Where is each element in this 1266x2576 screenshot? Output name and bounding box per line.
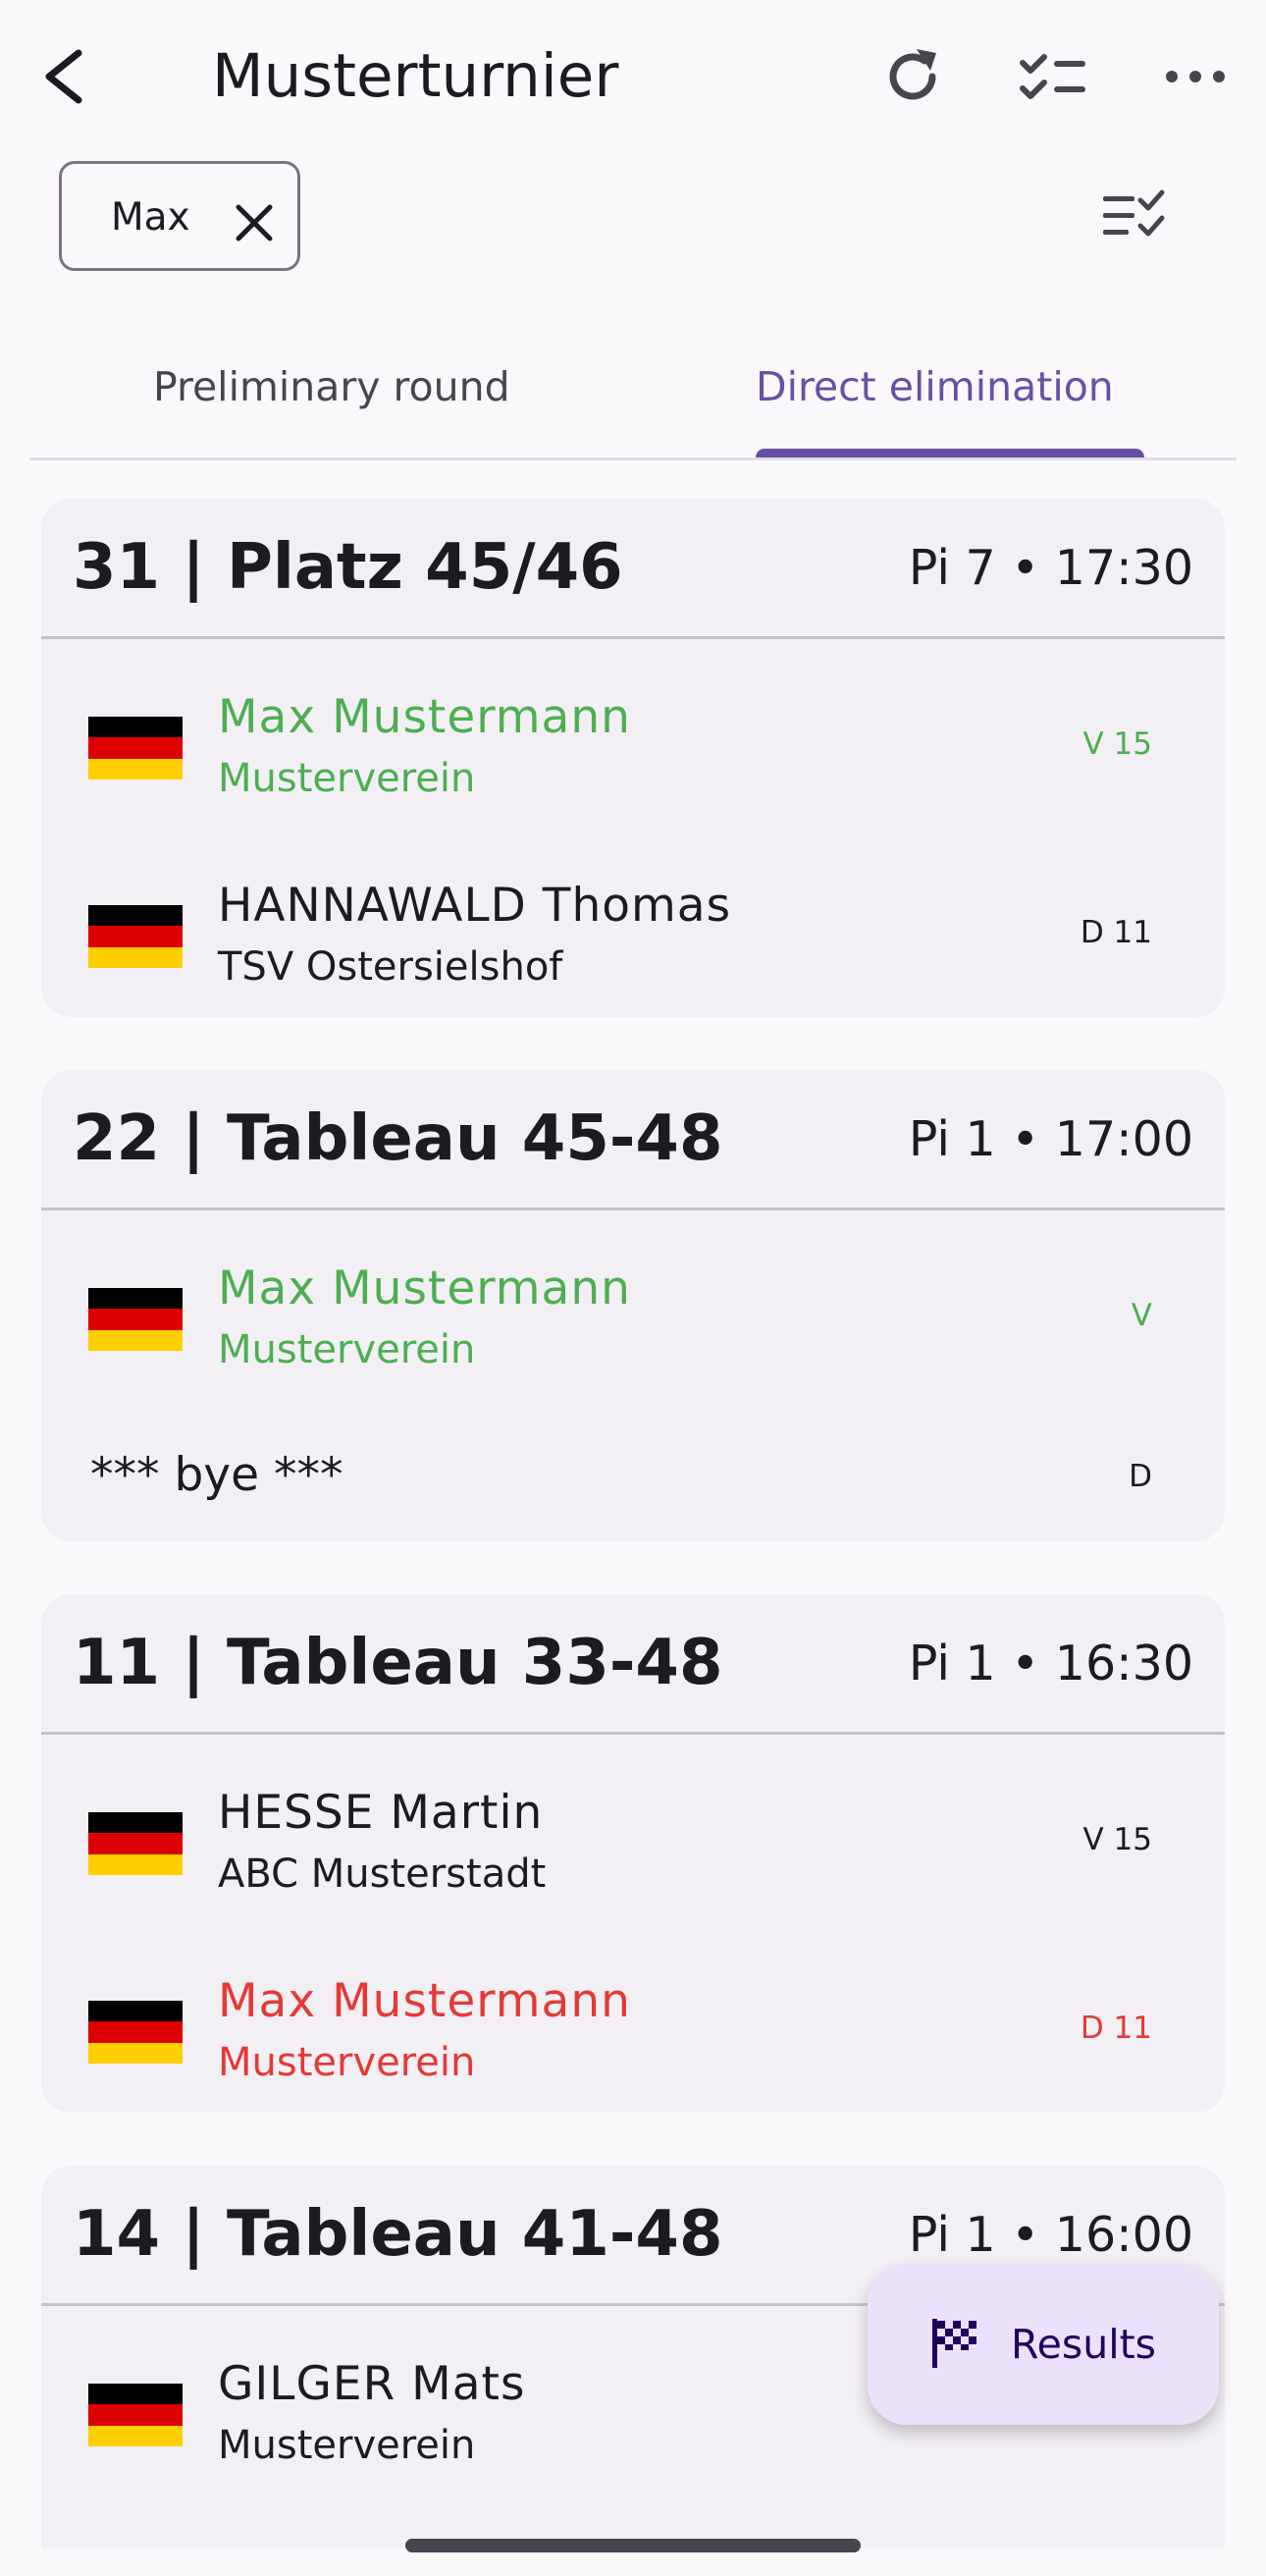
fencer-name: HESSE Martin xyxy=(218,1786,544,1840)
bye-row: *** bye *** D xyxy=(41,1416,1225,1524)
fencer-row[interactable]: Max Mustermann Musterverein V xyxy=(41,1241,1225,1378)
match-header: 22 | Tableau 45-48 Pi 1 • 17:00 xyxy=(41,1070,1225,1210)
de-flag-icon xyxy=(88,717,183,779)
tab-indicator xyxy=(756,449,1144,457)
fencer-club: Musterverein xyxy=(218,2423,476,2468)
match-title: 31 | Platz 45/46 xyxy=(73,531,623,604)
match-meta: Pi 1 • 16:30 xyxy=(908,1636,1193,1691)
checklist-icon xyxy=(1020,54,1085,99)
page-title: Musterturnier xyxy=(212,41,619,111)
home-indicator[interactable] xyxy=(405,2539,861,2552)
fencer-row[interactable]: HESSE Martin ABC Musterstadt V 15 xyxy=(41,1765,1225,1903)
match-card[interactable]: 22 | Tableau 45-48 Pi 1 • 17:00 Max Must… xyxy=(41,1070,1225,1541)
fencer-club: Musterverein xyxy=(218,2040,476,2085)
back-button[interactable] xyxy=(37,39,96,114)
match-card[interactable]: 11 | Tableau 33-48 Pi 1 • 16:30 HESSE Ma… xyxy=(41,1594,1225,2113)
fencer-row[interactable]: Max Mustermann Musterverein D 11 xyxy=(41,1954,1225,2091)
match-title: 22 | Tableau 45-48 xyxy=(73,1102,723,1175)
match-card[interactable]: 31 | Platz 45/46 Pi 7 • 17:30 Max Muster… xyxy=(41,499,1225,1017)
fencer-club: ABC Musterstadt xyxy=(218,1852,547,1897)
filter-chip[interactable]: Max xyxy=(59,161,300,271)
fencer-row[interactable]: HANNAWALD Thomas TSV Ostersielshof D 11 xyxy=(41,858,1225,995)
filter-list-button[interactable] xyxy=(1099,187,1174,245)
checkered-flag-icon xyxy=(932,2319,976,2368)
de-flag-icon xyxy=(88,1812,183,1875)
fencer-score: V xyxy=(1131,1298,1152,1333)
match-header: 11 | Tableau 33-48 Pi 1 • 16:30 xyxy=(41,1594,1225,1735)
filter-chip-label: Max xyxy=(111,195,190,240)
fencer-club: TSV Ostersielshof xyxy=(218,944,563,990)
fencer-score: D xyxy=(1129,1459,1152,1494)
fencer-name: GILGER Mats xyxy=(218,2357,526,2411)
de-flag-icon xyxy=(88,905,183,968)
results-button-label: Results xyxy=(1011,2321,1157,2368)
fencer-name: Max Mustermann xyxy=(218,690,631,744)
more-options-button[interactable] xyxy=(1158,39,1233,114)
fencer-score: V 15 xyxy=(1082,1822,1152,1857)
match-meta: Pi 1 • 17:00 xyxy=(908,1111,1193,1167)
bye-label: *** bye *** xyxy=(90,1448,343,1502)
de-flag-icon xyxy=(88,1288,183,1351)
match-title: 11 | Tableau 33-48 xyxy=(73,1627,723,1699)
de-flag-icon xyxy=(88,2384,183,2446)
results-button[interactable]: Results xyxy=(868,2264,1219,2425)
fencer-name: Max Mustermann xyxy=(218,1974,631,2028)
fencer-score: V 15 xyxy=(1082,726,1152,762)
refresh-button[interactable] xyxy=(875,39,950,114)
match-header: 31 | Platz 45/46 Pi 7 • 17:30 xyxy=(41,499,1225,639)
fencer-row[interactable]: Max Mustermann Musterverein V 15 xyxy=(41,670,1225,807)
fencer-score: D 11 xyxy=(1080,2011,1152,2046)
tab-preliminary-round[interactable]: Preliminary round xyxy=(153,357,510,416)
fencer-club: Musterverein xyxy=(218,756,476,801)
match-title: 14 | Tableau 41-48 xyxy=(73,2198,723,2271)
match-meta: Pi 7 • 17:30 xyxy=(908,540,1193,596)
filter-checklist-icon xyxy=(1103,189,1165,237)
back-arrow-icon xyxy=(45,49,82,104)
fencer-name: HANNAWALD Thomas xyxy=(218,879,732,933)
de-flag-icon xyxy=(88,2001,183,2064)
app-bar: Musterturnier xyxy=(0,0,1266,152)
tab-bar: Preliminary round Direct elimination xyxy=(29,334,1237,460)
fencer-score: D 11 xyxy=(1080,915,1152,950)
match-meta: Pi 1 • 16:00 xyxy=(908,2207,1193,2263)
checklist-button[interactable] xyxy=(1017,39,1091,114)
refresh-icon xyxy=(889,49,936,100)
close-icon[interactable] xyxy=(229,197,280,248)
more-horizontal-icon xyxy=(1166,71,1225,82)
fencer-name: Max Mustermann xyxy=(218,1261,631,1315)
tab-direct-elimination[interactable]: Direct elimination xyxy=(756,357,1114,416)
fencer-club: Musterverein xyxy=(218,1327,476,1372)
